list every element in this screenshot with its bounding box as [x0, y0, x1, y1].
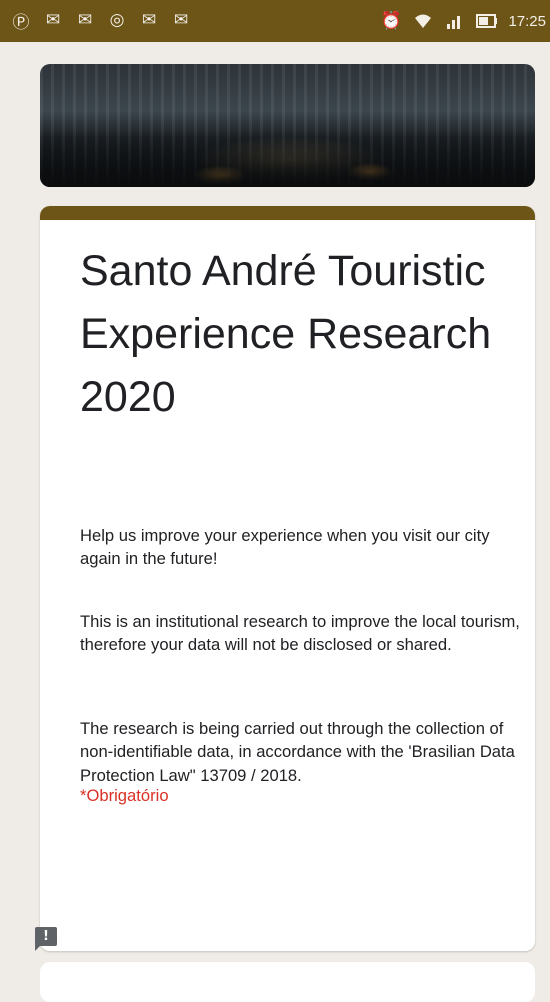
- pinterest-icon: Ⓟ: [12, 12, 30, 33]
- gmail-icon: ✉: [141, 10, 157, 30]
- gmail-icon: ✉: [77, 10, 93, 30]
- notification-icons: Ⓟ ✉ ✉ ◎ ✉ ✉: [10, 9, 192, 33]
- form-title: Santo André Touristic Experience Researc…: [80, 247, 492, 421]
- form-description-paragraph: Help us improve your experience when you…: [80, 526, 490, 569]
- status-clock: 17:25: [508, 12, 546, 30]
- battery-icon: [476, 10, 498, 32]
- gmail-icon: ✉: [45, 10, 61, 30]
- instagram-icon: ◎: [109, 10, 125, 30]
- header-image: [40, 64, 535, 187]
- signal-icon: [444, 10, 466, 32]
- next-question-card: [40, 962, 535, 1002]
- status-bar: Ⓟ ✉ ✉ ◎ ✉ ✉ ⏰ 17:25: [0, 0, 550, 42]
- form-description-paragraph: The research is being carried out throug…: [80, 719, 515, 785]
- gmail-icon: ✉: [173, 10, 189, 30]
- report-feedback-icon[interactable]: !: [35, 927, 57, 951]
- form-header-card: Santo André Touristic Experience Researc…: [40, 206, 535, 951]
- alarm-icon: ⏰: [380, 11, 403, 31]
- system-icons: ⏰ 17:25: [380, 10, 546, 32]
- required-note: *Obrigatório: [80, 786, 169, 805]
- theme-accent-bar: [40, 206, 535, 220]
- wifi-icon: [412, 10, 434, 32]
- form-description-paragraph: This is an institutional research to imp…: [80, 612, 520, 655]
